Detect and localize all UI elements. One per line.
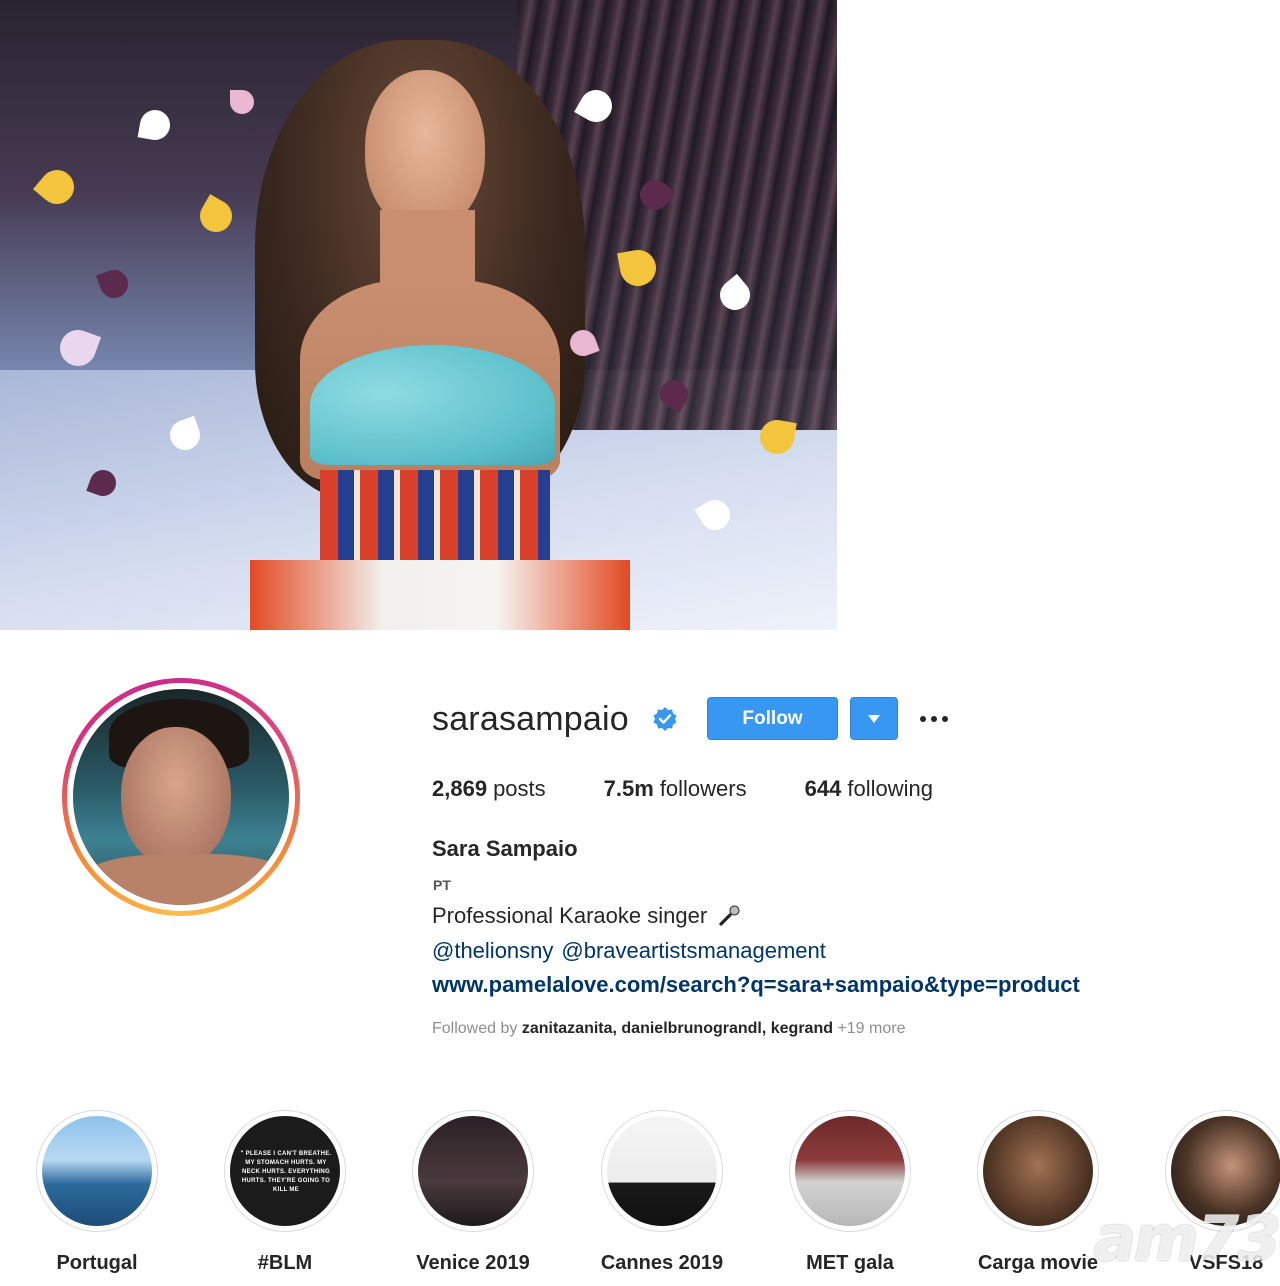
highlight-cover xyxy=(607,1116,717,1226)
profile-website-link[interactable]: www.pamelalove.com/search?q=sara+sampaio… xyxy=(432,972,1080,998)
following-number: 644 xyxy=(804,776,842,801)
profile-country: PT xyxy=(433,877,451,893)
mention-link[interactable]: @thelionsny xyxy=(432,938,553,963)
profile-full-name: Sara Sampaio xyxy=(432,836,578,861)
highlight-cannes-2019[interactable]: Cannes 2019 xyxy=(582,1110,742,1275)
highlight-label: Venice 2019 xyxy=(416,1252,530,1274)
microphone-icon xyxy=(719,905,740,926)
red-skirt xyxy=(250,560,630,630)
model-face xyxy=(365,70,485,230)
profile-avatar[interactable] xyxy=(62,678,300,916)
highlight-ring xyxy=(789,1110,911,1232)
highlight-ring: " PLEASE I CAN'T BREATHE. MY STOMACH HUR… xyxy=(224,1110,346,1232)
highlight-label: #BLM xyxy=(257,1252,313,1274)
turquoise-top xyxy=(310,345,555,465)
avatar-arm xyxy=(83,854,289,905)
flower-decoration xyxy=(33,163,81,211)
dot xyxy=(942,716,948,722)
highlight-cover xyxy=(418,1116,528,1226)
avatar-border xyxy=(67,683,295,911)
story-highlights: Portugal " PLEASE I CAN'T BREATHE. MY ST… xyxy=(0,1110,1280,1286)
profile-mentions: @thelionsny @braveartistsmanagement xyxy=(432,938,834,964)
followed-by-names: zanitazanita, danielbrunograndl, kegrand xyxy=(521,1020,833,1037)
highlight-cover xyxy=(983,1116,1093,1226)
flower-decoration xyxy=(96,266,132,302)
highlight-ring xyxy=(601,1110,723,1232)
following-link[interactable]: 644 following xyxy=(805,776,933,802)
highlight-ring xyxy=(36,1110,158,1232)
watermark-logo: am730 xyxy=(1094,1202,1280,1275)
followers-number: 7.5m xyxy=(603,776,654,801)
highlight-portugal[interactable]: Portugal xyxy=(17,1110,177,1275)
highlight-blm[interactable]: " PLEASE I CAN'T BREATHE. MY STOMACH HUR… xyxy=(205,1110,365,1275)
followed-by[interactable]: Followed by zanitazanita, danielbrunogra… xyxy=(432,1020,905,1038)
highlight-cover xyxy=(42,1116,152,1226)
highlight-venice-2019[interactable]: Venice 2019 xyxy=(393,1110,553,1275)
followed-by-more: +19 more xyxy=(837,1020,906,1037)
follow-button[interactable]: Follow xyxy=(707,697,838,740)
mention-link[interactable]: @braveartistsmanagement xyxy=(561,938,825,963)
highlight-label: Portugal xyxy=(56,1252,138,1274)
highlight-met-gala[interactable]: MET gala xyxy=(770,1110,930,1275)
highlight-cover-text: " PLEASE I CAN'T BREATHE. MY STOMACH HUR… xyxy=(240,1151,332,1193)
followed-by-prefix: Followed by xyxy=(432,1020,518,1037)
following-label: following xyxy=(847,776,933,801)
followers-link[interactable]: 7.5m followers xyxy=(604,776,747,802)
flower-decoration xyxy=(137,107,173,143)
more-options-icon[interactable] xyxy=(914,705,954,733)
posts-label: posts xyxy=(493,776,546,801)
profile-username: sarasampaio xyxy=(432,700,629,738)
posts-number: 2,869 xyxy=(432,776,488,801)
highlight-ring xyxy=(977,1110,1099,1232)
highlight-label: MET gala xyxy=(806,1252,894,1274)
runway-photo xyxy=(0,0,837,630)
profile-stats: 2,869 posts 7.5m followers 644 following xyxy=(432,776,991,802)
verified-badge-icon xyxy=(653,707,677,731)
highlight-label: Cannes 2019 xyxy=(600,1252,724,1274)
avatar-photo xyxy=(73,689,289,905)
caret-down-icon xyxy=(868,714,880,723)
dot xyxy=(920,716,926,722)
posts-count: 2,869 posts xyxy=(432,776,546,802)
highlight-cover xyxy=(795,1116,905,1226)
profile-bio: Professional Karaoke singer xyxy=(432,903,743,929)
highlight-ring xyxy=(412,1110,534,1232)
highlight-cover: " PLEASE I CAN'T BREATHE. MY STOMACH HUR… xyxy=(230,1116,340,1226)
followers-label: followers xyxy=(659,776,747,801)
bio-text: Professional Karaoke singer xyxy=(432,903,708,928)
suggestions-dropdown-button[interactable] xyxy=(850,697,898,740)
flower-decoration xyxy=(194,194,238,238)
flower-decoration xyxy=(230,90,254,114)
dot xyxy=(931,716,937,722)
flower-decoration xyxy=(54,324,102,372)
avatar-face xyxy=(121,727,231,867)
